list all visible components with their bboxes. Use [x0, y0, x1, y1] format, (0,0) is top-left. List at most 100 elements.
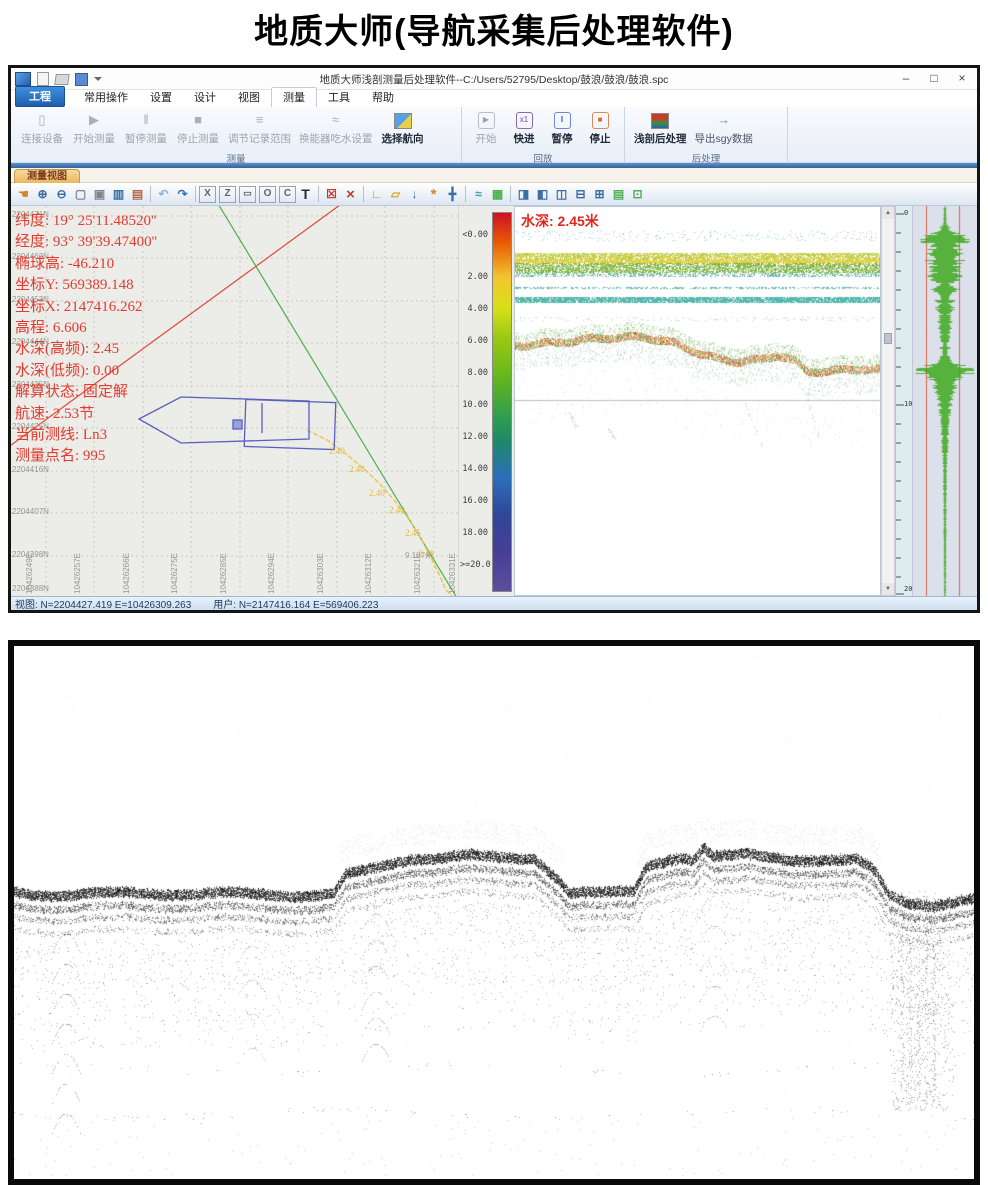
scrollbar-thumb[interactable] — [884, 333, 892, 344]
menu-tab-design[interactable]: 设计 — [183, 88, 227, 107]
zoom-out-icon[interactable]: ⊖ — [52, 185, 71, 204]
easting-label: 10426312E — [364, 553, 373, 594]
view-toolbar: ☚ ⊕ ⊖ ▢ ▣ ▥ ▤ ↶ ↷ X Z ▭ O C T ☒ × ∟ ▱ ↓ … — [11, 183, 977, 206]
maximize-button[interactable]: □ — [921, 70, 947, 87]
layout-mix-icon[interactable]: ⊡ — [628, 185, 647, 204]
button-label: 选择航向 — [382, 131, 424, 146]
select-heading-button[interactable]: 选择航向 — [378, 110, 428, 147]
layout-hsplit-icon[interactable]: ⊟ — [571, 185, 590, 204]
menu-tab-common-ops[interactable]: 常用操作 — [73, 88, 139, 107]
easting-label: 10426249E — [25, 553, 34, 594]
export-sgy-button[interactable]: → 导出sgy数据 — [692, 110, 756, 147]
colorbar-label: 2.00 — [460, 272, 488, 282]
marker-z-icon[interactable]: Z — [219, 186, 236, 203]
position-info-overlay: 纬度: 19° 25'11.48520'' 经度: 93° 39'39.4740… — [15, 211, 157, 468]
playback-start-button[interactable]: ▶ 开始 — [468, 110, 504, 147]
sonar-profile-view[interactable]: 水深: 2.45米 — [514, 206, 881, 596]
page-title: 地质大师(导航采集后处理软件) — [0, 4, 988, 53]
zoom-in-icon[interactable]: ⊕ — [33, 185, 52, 204]
start-measure-button[interactable]: ▶ 开始测量 — [69, 110, 119, 147]
sonar-scrollbar[interactable]: ▲ ▼ — [881, 206, 895, 596]
ribbon: ▯ 连接设备 ▶ 开始测量 ‖ 暂停测量 ■ 停止测量 ≡ 调节记录范围 ≈ 换… — [11, 107, 977, 163]
tab-measure-view[interactable]: 测量视图 — [14, 169, 80, 183]
easting-label: 10426303E — [316, 553, 325, 594]
refresh-tool-icon[interactable]: * — [424, 185, 443, 204]
playback-pause-button[interactable]: ‖ 暂停 — [544, 110, 580, 147]
pause-icon: ‖ — [554, 112, 571, 129]
grid-panel-icon[interactable]: ▦ — [488, 185, 507, 204]
stop-measure-button[interactable]: ■ 停止测量 — [173, 110, 223, 147]
ribbon-group-measure: ▯ 连接设备 ▶ 开始测量 ‖ 暂停测量 ■ 停止测量 ≡ 调节记录范围 ≈ 换… — [11, 107, 462, 166]
colorbar-label: 12.00 — [460, 432, 488, 442]
zoom-window-icon[interactable]: ▢ — [71, 185, 90, 204]
current-depth-label: 水深: 2.45米 — [521, 211, 599, 231]
signal-trace-panel[interactable] — [912, 206, 977, 596]
track-depth-label: 2.40 — [329, 446, 345, 456]
text-tool-icon[interactable]: T — [296, 185, 315, 204]
minimize-button[interactable]: – — [893, 70, 919, 87]
scroll-down-icon[interactable]: ▼ — [882, 583, 894, 595]
range-icon: ≡ — [256, 111, 264, 129]
split-columns-icon[interactable]: ▥ — [109, 185, 128, 204]
stop-icon: ■ — [194, 111, 202, 129]
document-tab-bar: 测量视图 — [11, 168, 977, 183]
stop-icon: ■ — [592, 112, 609, 129]
signal-trace-waveform — [913, 206, 977, 596]
marker-x-icon[interactable]: X — [199, 186, 216, 203]
scale-note: 9.187米 — [405, 550, 433, 561]
fast-forward-button[interactable]: x1 快进 — [506, 110, 542, 147]
pause-measure-button[interactable]: ‖ 暂停测量 — [121, 110, 171, 147]
delete-selected-icon[interactable]: ☒ — [322, 185, 341, 204]
marker-o-icon[interactable]: O — [259, 186, 276, 203]
colorbar-label: <0.00 — [460, 230, 488, 240]
marker-c-icon[interactable]: C — [279, 186, 296, 203]
button-label: 导出sgy数据 — [695, 131, 753, 146]
playback-stop-button[interactable]: ■ 停止 — [582, 110, 618, 147]
layout-right-icon[interactable]: ◨ — [514, 185, 533, 204]
undo-icon[interactable]: ↶ — [154, 185, 173, 204]
redo-icon[interactable]: ↷ — [173, 185, 192, 204]
toolbar-separator — [363, 186, 364, 202]
move-tool-icon[interactable]: ╋ — [443, 185, 462, 204]
layout-quad-icon[interactable]: ⊞ — [590, 185, 609, 204]
layout-rows-icon[interactable]: ▤ — [609, 185, 628, 204]
menu-tab-measure[interactable]: 测量 — [271, 87, 317, 107]
button-label: 开始测量 — [73, 131, 115, 146]
close-button[interactable]: × — [949, 70, 975, 87]
button-label: 暂停测量 — [125, 131, 167, 146]
menu-tab-settings[interactable]: 设置 — [139, 88, 183, 107]
track-depth-label: 2.40 — [389, 505, 405, 515]
polygon-tool-icon[interactable]: ▱ — [386, 185, 405, 204]
menu-tab-view[interactable]: 视图 — [227, 88, 271, 107]
axis-tool-icon[interactable]: ∟ — [367, 185, 386, 204]
scroll-up-icon[interactable]: ▲ — [882, 207, 894, 219]
depth-colorbar: <0.00 2.00 4.00 6.00 8.00 10.00 12.00 14… — [458, 206, 514, 596]
image-view-icon[interactable]: ▤ — [128, 185, 147, 204]
toolbar-separator — [510, 186, 511, 202]
layout-left-icon[interactable]: ◧ — [533, 185, 552, 204]
transducer-draft-button[interactable]: ≈ 换能器吃水设置 — [296, 110, 376, 147]
button-label: 开始 — [476, 131, 497, 146]
x1-speed-icon: x1 — [516, 112, 533, 129]
delete-all-icon[interactable]: × — [341, 185, 360, 204]
menu-tab-tools[interactable]: 工具 — [317, 88, 361, 107]
fit-extent-icon[interactable]: ▣ — [90, 185, 109, 204]
menu-tab-project[interactable]: 工程 — [15, 86, 65, 107]
menu-tab-help[interactable]: 帮助 — [361, 88, 405, 107]
map-view[interactable]: 2204471N 2204462N 2204453N 2204444N 2204… — [11, 206, 458, 596]
wave-panel-icon[interactable]: ≈ — [469, 185, 488, 204]
button-label: 浅剖后处理 — [634, 131, 687, 146]
marker-rect-icon[interactable]: ▭ — [239, 186, 256, 203]
button-label: 换能器吃水设置 — [299, 131, 373, 146]
subbottom-postprocess-button[interactable]: 浅剖后处理 — [631, 110, 690, 147]
button-label: 连接设备 — [21, 131, 63, 146]
save-view-icon[interactable]: ↓ — [405, 185, 424, 204]
layout-vsplit-icon[interactable]: ◫ — [552, 185, 571, 204]
toolbar-separator — [465, 186, 466, 202]
ruler-label-0: 0 — [904, 209, 908, 217]
adjust-record-range-button[interactable]: ≡ 调节记录范围 — [225, 110, 294, 147]
toolbar-separator — [150, 186, 151, 202]
connect-device-button[interactable]: ▯ 连接设备 — [17, 110, 67, 147]
toolbar-separator — [318, 186, 319, 202]
pan-hand-icon[interactable]: ☚ — [14, 185, 33, 204]
